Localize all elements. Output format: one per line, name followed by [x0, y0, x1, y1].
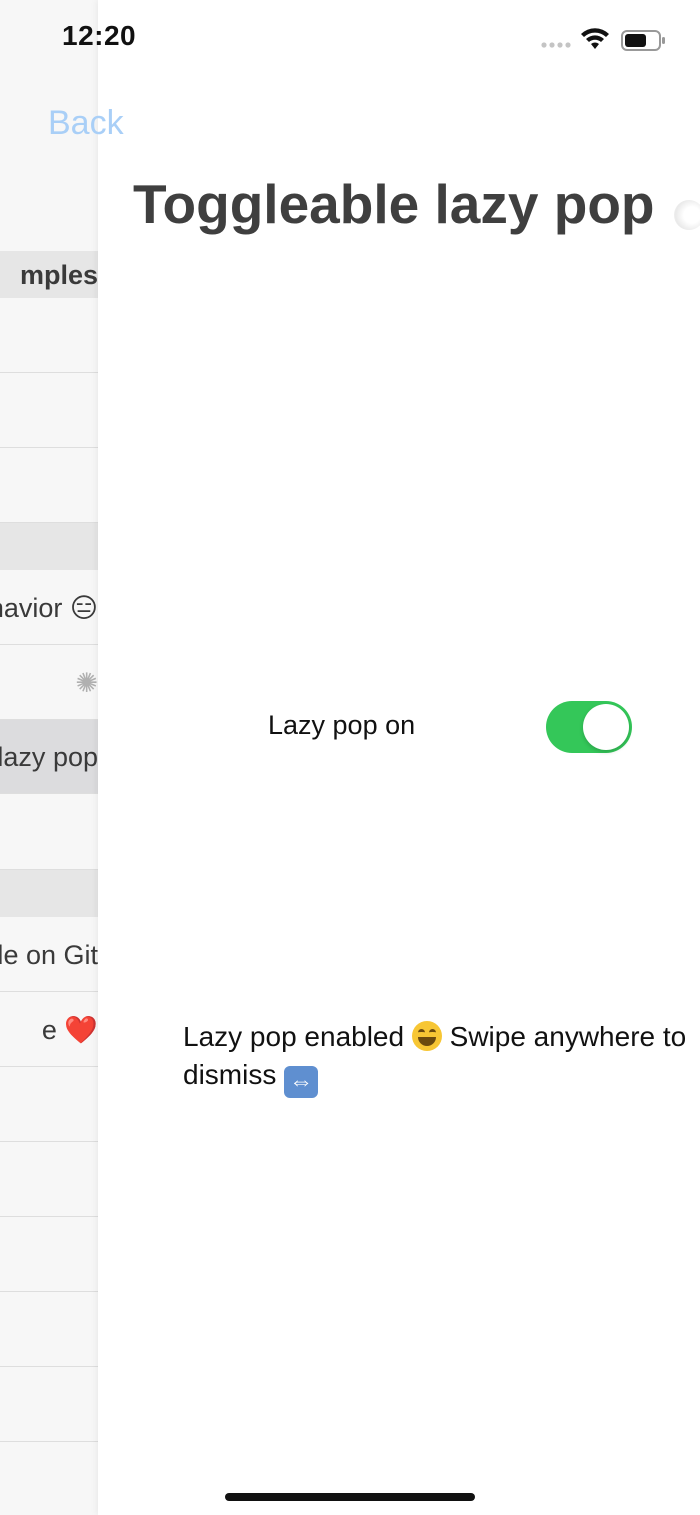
list-item-label: ✺ — [75, 668, 98, 698]
section-header — [0, 870, 98, 917]
back-button[interactable]: Back — [48, 104, 124, 143]
cellular-signal-icon — [541, 42, 571, 48]
left-right-arrow-icon: ⇔ — [284, 1066, 319, 1098]
list-item[interactable] — [0, 374, 98, 448]
list-item[interactable] — [0, 1068, 98, 1142]
grinning-face-icon — [411, 1021, 442, 1051]
list-item[interactable]: e ❤️ — [0, 993, 98, 1067]
list-item-selected[interactable]: lazy pop — [0, 720, 98, 794]
battery-icon — [621, 30, 665, 51]
list-item[interactable]: ✺ — [0, 646, 98, 720]
home-indicator[interactable] — [225, 1493, 475, 1501]
message-text-part1: Lazy pop enabled — [183, 1021, 412, 1052]
status-message: Lazy pop enabled Swipe anywhere to dismi… — [183, 1018, 700, 1098]
section-header-label: mples — [19, 260, 98, 290]
list-item-label: lazy pop — [0, 742, 98, 772]
toggle-knob — [583, 704, 629, 750]
page-title: Toggleable lazy pop — [133, 173, 655, 235]
list-item[interactable]: de on Git — [0, 918, 98, 992]
list-item[interactable]: havior 😑 — [0, 571, 98, 645]
wifi-icon — [581, 28, 609, 49]
list-item[interactable] — [0, 1368, 98, 1442]
list-item[interactable] — [0, 1218, 98, 1292]
status-time: 12:20 — [62, 20, 137, 51]
list-item[interactable] — [0, 796, 98, 870]
previous-screen-list: mples havior 😑 ✺ lazy pop de on Git e ❤️ — [0, 0, 98, 1515]
list-item[interactable] — [0, 299, 98, 373]
lazy-pop-toggle-label: Lazy pop on — [268, 710, 416, 740]
list-item[interactable] — [0, 449, 98, 523]
list-item[interactable] — [0, 1293, 98, 1367]
title-glint — [674, 200, 700, 230]
status-indicators — [536, 24, 666, 54]
lazy-pop-toggle[interactable] — [546, 701, 632, 753]
list-item-label: de on Git — [0, 940, 98, 970]
section-header: mples — [0, 251, 98, 298]
list-item-label: havior 😑 — [0, 593, 98, 623]
list-item-label: e ❤️ — [41, 1015, 98, 1045]
list-item[interactable] — [0, 1143, 98, 1217]
section-header — [0, 523, 98, 570]
